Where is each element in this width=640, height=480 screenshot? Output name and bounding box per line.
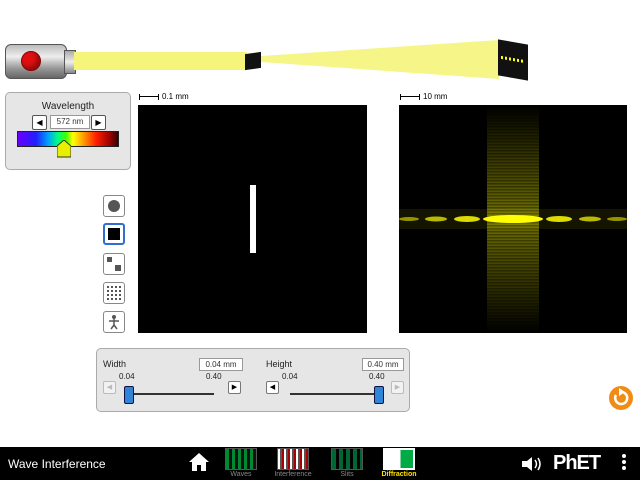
width-label: Width	[103, 359, 127, 369]
wavelength-slider-thumb[interactable]	[57, 140, 71, 158]
aperture-size-controls: Width 0.04 mm 0.04 0.40 ◀ ▶ Height 0.40 …	[96, 348, 410, 412]
detector-screen	[498, 39, 528, 81]
nav-label-slits: Slits	[340, 471, 354, 478]
width-min-label: 0.04	[119, 372, 135, 381]
width-increment-button[interactable]: ▶	[228, 381, 241, 394]
wavelength-decrement-button[interactable]: ◀	[32, 115, 47, 130]
nav-label-diffraction: Diffraction	[381, 471, 417, 478]
height-max-label: 0.40	[369, 372, 385, 381]
pattern-scale-indicator: 10 mm	[400, 92, 447, 101]
square-icon	[108, 228, 120, 240]
phet-logo: PhET	[553, 452, 601, 474]
nav-label-waves: Waves	[230, 471, 252, 478]
height-value: 0.40 mm	[362, 358, 404, 371]
pattern-scale-label: 10 mm	[423, 92, 448, 101]
wavelength-increment-button[interactable]: ▶	[91, 115, 106, 130]
nav-screen-slits[interactable]: Slits	[327, 448, 367, 478]
height-slider-track[interactable]	[290, 393, 377, 395]
aperture-plate	[245, 51, 261, 71]
width-value: 0.04 mm	[199, 358, 243, 371]
width-max-label: 0.40	[206, 372, 222, 381]
app-title: Wave Interference	[8, 457, 106, 471]
laser-beam	[74, 52, 247, 70]
interference-screen-icon	[277, 448, 309, 470]
width-decrement-button[interactable]: ◀	[103, 381, 116, 394]
aperture-scale-indicator: 0.1 mm	[139, 92, 189, 101]
laser-on-button[interactable]	[21, 51, 41, 71]
sound-icon[interactable]	[520, 455, 544, 473]
slits-screen-icon	[331, 448, 363, 470]
height-slider-thumb[interactable]	[374, 386, 384, 404]
height-decrement-button[interactable]: ◀	[266, 381, 279, 394]
home-icon[interactable]	[188, 452, 210, 472]
width-slider-track[interactable]	[127, 393, 214, 395]
reset-all-button[interactable]	[609, 386, 633, 410]
diffraction-pattern-view	[399, 105, 627, 333]
diffracted-beam	[261, 40, 499, 79]
nav-screen-interference[interactable]: Interference	[273, 448, 313, 478]
rectangle-aperture-button[interactable]	[103, 223, 125, 245]
aperture-slit	[250, 185, 256, 253]
diffraction-pattern	[399, 105, 627, 333]
aperture-scale-label: 0.1 mm	[162, 92, 189, 101]
two-squares-aperture-button[interactable]	[103, 253, 125, 275]
height-increment-button[interactable]: ▶	[391, 381, 404, 394]
nav-screen-diffraction[interactable]: Diffraction	[379, 448, 419, 478]
menu-icon[interactable]	[622, 454, 626, 472]
two-squares-icon	[107, 257, 121, 271]
wavelength-panel: Wavelength ◀ 572 nm ▶	[5, 92, 131, 170]
width-slider-thumb[interactable]	[124, 386, 134, 404]
wavelength-title: Wavelength	[41, 101, 95, 112]
figure-aperture-button[interactable]	[103, 311, 125, 333]
circle-icon	[108, 200, 120, 212]
reset-icon	[614, 388, 629, 406]
navigation-bar: Wave Interference Waves Interference Sli…	[0, 447, 640, 480]
grid-icon	[107, 286, 121, 300]
circle-aperture-button[interactable]	[103, 195, 125, 217]
person-figure-icon	[109, 315, 119, 330]
height-label: Height	[266, 359, 293, 369]
nav-label-interference: Interference	[274, 471, 312, 478]
waves-screen-icon	[225, 448, 257, 470]
grid-aperture-button[interactable]	[103, 282, 125, 304]
wavelength-value: 572 nm	[50, 115, 90, 129]
height-min-label: 0.04	[282, 372, 298, 381]
nav-screen-waves[interactable]: Waves	[221, 448, 261, 478]
diffraction-screen-icon	[383, 448, 415, 470]
